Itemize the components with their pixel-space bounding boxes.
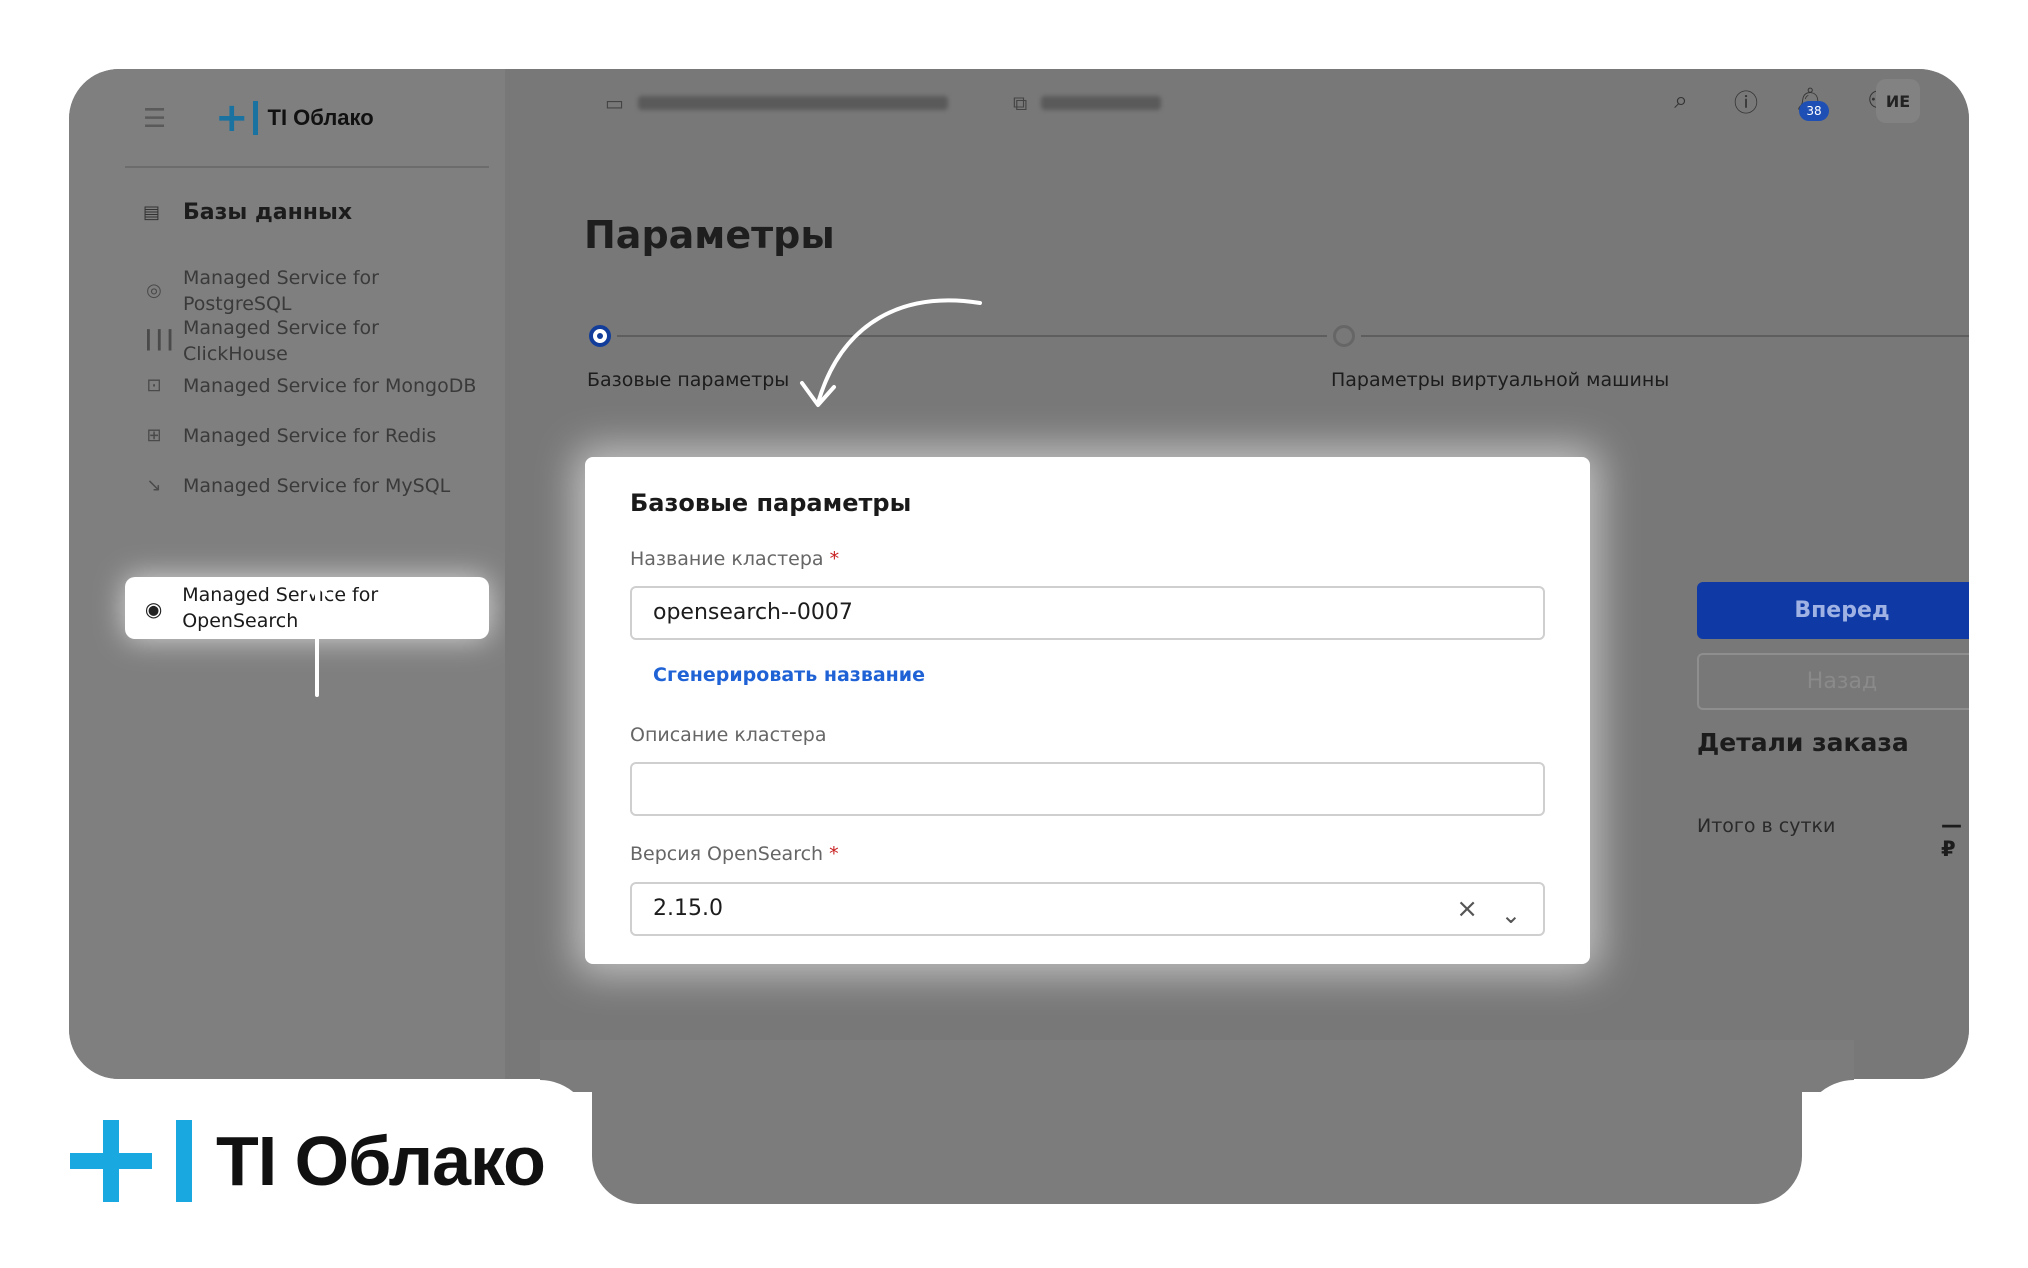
cluster-description-input[interactable] xyxy=(630,762,1545,816)
cluster-description-label: Описание кластера xyxy=(630,724,827,746)
brand-logo-large: TI Облако xyxy=(70,1120,546,1202)
sidebar-item-label: Managed Service for Redis xyxy=(183,425,437,447)
app-logo[interactable]: + TI Облако xyxy=(215,95,374,141)
arrow-curve-annotation xyxy=(800,298,982,407)
topbar-context-account[interactable]: ⧉ xyxy=(1013,83,1162,123)
next-button[interactable]: Вперед xyxy=(1697,582,1969,639)
sidebar-item-clickhouse[interactable]: ┃┃┃ Managed Service for ClickHouse xyxy=(143,315,483,367)
search-icon[interactable]: ⌕ xyxy=(1664,83,1698,117)
total-per-day-value: — ₽ xyxy=(1941,813,1962,861)
sidebar-divider xyxy=(125,166,489,168)
sidebar-section-databases[interactable]: ▤ Базы данных xyxy=(143,200,352,225)
step-indicator-inactive xyxy=(1333,325,1355,347)
step-connector xyxy=(1361,335,1969,337)
frame-bottom-tab xyxy=(592,1040,1802,1204)
sidebar-item-mysql[interactable]: ↘ Managed Service for MySQL xyxy=(143,473,483,499)
sidebar-item-label: Managed Service for OpenSearch xyxy=(182,584,379,632)
opensearch-version-label-text: Версия OpenSearch xyxy=(630,843,824,865)
sidebar-item-postgresql[interactable]: ◎ Managed Service for PostgreSQL xyxy=(143,265,483,317)
opensearch-version-select[interactable]: 2.15.0 × ⌄ xyxy=(630,882,1545,936)
sidebar-item-label: Managed Service for MySQL xyxy=(183,475,451,497)
logo-plus-icon: + xyxy=(215,95,249,141)
redis-icon: ⊞ xyxy=(146,425,162,446)
opensearch-icon: ◉ xyxy=(144,597,163,621)
logo-bar xyxy=(176,1120,192,1202)
logo-plus-icon xyxy=(70,1120,152,1202)
logo-text: TI Облако xyxy=(267,105,374,130)
opensearch-version-label: Версия OpenSearch * xyxy=(630,843,839,865)
info-icon[interactable]: ⓘ xyxy=(1729,83,1763,117)
sidebar-section-title: Базы данных xyxy=(183,200,353,225)
step-label-vm[interactable]: Параметры виртуальной машины xyxy=(1331,369,1669,391)
mysql-icon: ↘ xyxy=(146,475,162,496)
required-mark: * xyxy=(829,843,839,865)
logo-bar xyxy=(252,101,258,135)
back-button[interactable]: Назад xyxy=(1697,653,1969,710)
page-title: Параметры xyxy=(584,213,835,257)
brand-logo-text: TI Облако xyxy=(216,1122,546,1200)
arrow-up-annotation xyxy=(305,581,329,697)
blurred-account-id xyxy=(1041,96,1162,110)
sidebar-item-label: Managed Service for PostgreSQL xyxy=(183,267,379,315)
basic-params-card: Базовые параметры Название кластера * op… xyxy=(585,457,1590,964)
sidebar-item-label: Managed Service for ClickHouse xyxy=(183,317,379,365)
order-details-title: Детали заказа xyxy=(1697,728,1909,757)
blurred-project-name xyxy=(637,96,948,110)
cluster-name-input[interactable]: opensearch--0007 xyxy=(630,586,1545,640)
user-avatar[interactable]: ИЕ xyxy=(1876,79,1920,123)
opensearch-version-value: 2.15.0 xyxy=(653,896,723,921)
clickhouse-icon: ┃┃┃ xyxy=(143,330,176,351)
mongodb-icon: ⊡ xyxy=(146,375,162,396)
database-icon: ▤ xyxy=(143,201,161,223)
document-icon: ▭ xyxy=(605,91,624,115)
sidebar: ☰ + TI Облако ▤ Базы данных ◎ Managed Se… xyxy=(69,69,505,1079)
copy-icon: ⧉ xyxy=(1013,91,1028,115)
clear-icon[interactable]: × xyxy=(1456,893,1478,925)
generate-name-link[interactable]: Сгенерировать название xyxy=(653,664,925,686)
topbar-context-project[interactable]: ▭ xyxy=(605,83,948,123)
cluster-name-label-text: Название кластера xyxy=(630,548,824,570)
postgresql-icon: ◎ xyxy=(146,280,162,301)
cluster-name-label: Название кластера * xyxy=(630,548,839,570)
required-mark: * xyxy=(829,548,840,570)
total-per-day-label: Итого в сутки xyxy=(1697,815,1836,837)
step-indicator-active xyxy=(589,325,611,347)
sidebar-item-redis[interactable]: ⊞ Managed Service for Redis xyxy=(143,423,483,449)
sidebar-item-mongodb[interactable]: ⊡ Managed Service for MongoDB xyxy=(143,373,483,399)
hamburger-menu-icon[interactable]: ☰ xyxy=(143,106,167,132)
card-title: Базовые параметры xyxy=(630,489,912,517)
chevron-down-icon[interactable]: ⌄ xyxy=(1501,890,1521,940)
notifications-badge: 38 xyxy=(1799,101,1829,121)
step-label-basic[interactable]: Базовые параметры xyxy=(587,369,789,391)
sidebar-item-label: Managed Service for MongoDB xyxy=(183,375,477,397)
